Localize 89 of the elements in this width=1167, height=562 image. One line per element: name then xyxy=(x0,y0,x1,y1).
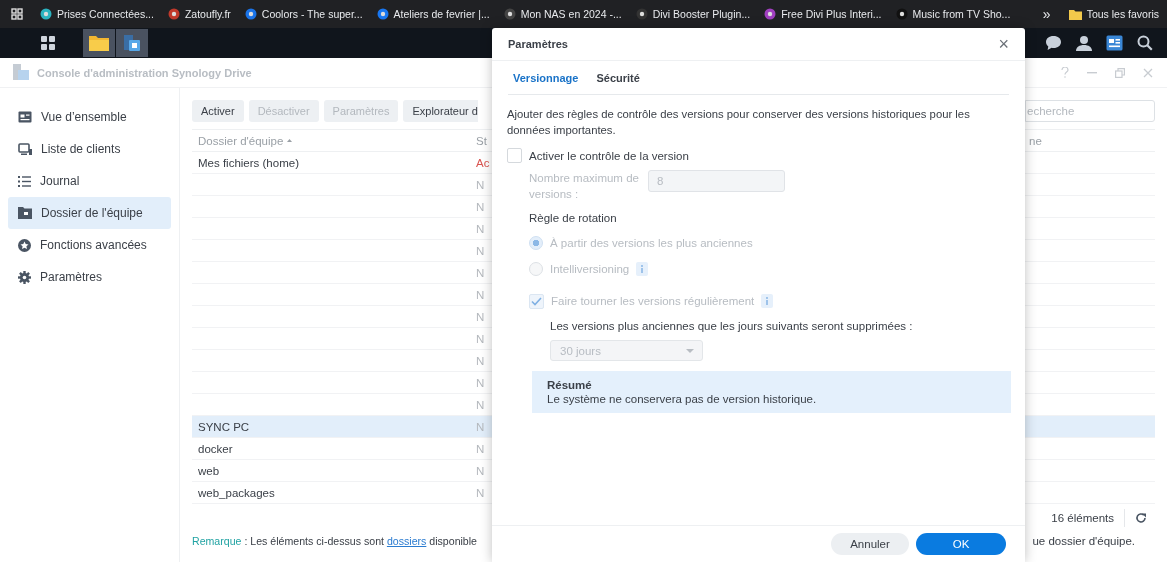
summary-text: Le système ne conservera pas de version historique. xyxy=(547,393,818,405)
status-text: N xyxy=(476,200,485,213)
status-text: N xyxy=(476,288,485,301)
description-text: Ajouter des règles de contrôle des versions pour conserver des versions historiques pour les données importantes. xyxy=(507,107,971,138)
user-icon[interactable] xyxy=(1076,35,1092,51)
status-text: N xyxy=(476,442,485,455)
checkbox-label: Faire tourner les versions régulièrement xyxy=(551,295,755,307)
radio-label: À partir des versions les plus anciennes xyxy=(550,237,753,249)
search-field[interactable]: echerche xyxy=(1025,100,1155,122)
ok-button[interactable]: OK xyxy=(916,533,1006,555)
checkbox[interactable] xyxy=(507,148,522,163)
circle-logo-icon xyxy=(635,8,648,20)
sort-icon xyxy=(287,139,293,142)
sidebar-item[interactable]: Vue d’ensemble xyxy=(8,101,171,133)
bookmark[interactable]: Zatoufly.fr xyxy=(167,8,231,20)
status-text: N xyxy=(476,486,485,499)
section-title: Règle de rotation xyxy=(529,212,618,224)
widgets-icon[interactable] xyxy=(1106,35,1123,51)
status-text: N xyxy=(476,244,485,257)
star-icon xyxy=(18,238,31,252)
retention-label: Les versions plus anciennes que les jours suivants seront supprimées : xyxy=(550,320,914,332)
remark-text: ue dossier d'équipe. xyxy=(1032,535,1135,547)
bookmark[interactable]: Divi Booster Plugin... xyxy=(635,8,751,20)
status-text: N xyxy=(476,310,485,323)
table-cell: docker xyxy=(198,442,233,455)
status-text: N xyxy=(476,178,485,191)
status-text: N xyxy=(476,266,485,279)
bookmark[interactable]: Music from TV Sho... xyxy=(895,8,1011,20)
minimize-icon[interactable] xyxy=(1087,71,1097,74)
table-cell: Mes fichiers (home) xyxy=(198,156,299,169)
bookmark[interactable]: Mon NAS en 2024 -... xyxy=(503,8,622,20)
drive-app-icon[interactable] xyxy=(116,29,148,57)
caret-icon xyxy=(686,348,694,353)
status-text: N xyxy=(476,376,485,389)
monitor-icon xyxy=(18,142,32,156)
apps-grid-icon[interactable] xyxy=(11,8,23,20)
remark-text: Remarque : Les éléments ci-dessus sont dossiers disponible xyxy=(192,535,478,547)
status-text: Ac xyxy=(476,156,490,169)
tab[interactable]: Versionnage xyxy=(513,71,579,84)
window-title: Console d'administration Synology Drive xyxy=(37,66,252,79)
status-text: N xyxy=(476,332,485,345)
table-cell: SYNC PC xyxy=(198,420,250,433)
gear-icon xyxy=(18,270,31,284)
sidebar-item[interactable]: Fonctions avancées xyxy=(8,229,171,261)
summary-title: Résumé xyxy=(547,379,593,391)
status-text: N xyxy=(476,464,485,477)
dialog-title: Paramètres xyxy=(508,38,568,50)
overview-icon xyxy=(18,111,32,123)
cancel-button[interactable]: Annuler xyxy=(831,533,909,555)
bookmark[interactable]: Free Divi Plus Interi... xyxy=(764,8,882,20)
bookmark[interactable]: Ateliers de fevrier |... xyxy=(376,8,490,20)
sidebar-item[interactable]: Liste de clients xyxy=(8,133,171,165)
toolbar-button[interactable]: Explorateur d xyxy=(403,100,478,122)
tab[interactable]: Sécurité xyxy=(596,71,640,84)
help-icon[interactable] xyxy=(1061,67,1069,78)
folder-icon[interactable] xyxy=(83,29,115,57)
sidebar-item[interactable]: Paramètres xyxy=(8,261,171,293)
folder-icon xyxy=(18,207,32,219)
bookmark[interactable]: Tous les favoris xyxy=(1068,8,1159,20)
circle-logo-icon xyxy=(895,8,908,20)
item-count: 16 éléments xyxy=(1051,512,1114,524)
circle-logo-icon xyxy=(376,8,389,20)
toolbar-button[interactable]: Activer xyxy=(192,100,244,122)
table-cell: web_packages xyxy=(198,486,275,499)
more-bookmarks-button[interactable]: » xyxy=(1042,6,1051,22)
close-button[interactable]: × xyxy=(998,35,1009,53)
sidebar-item[interactable]: Dossier de l'équipe xyxy=(8,197,171,229)
search-icon[interactable] xyxy=(1137,35,1153,51)
circle-logo-icon xyxy=(244,8,257,20)
list-icon xyxy=(18,175,31,187)
status-text: N xyxy=(476,354,485,367)
bookmark[interactable]: Prises Connectées... xyxy=(40,8,154,20)
chat-icon[interactable] xyxy=(1045,35,1062,51)
circle-logo-icon xyxy=(503,8,516,20)
table-cell: web xyxy=(198,464,220,477)
status-text: N xyxy=(476,222,485,235)
status-text: N xyxy=(476,398,485,411)
folder-icon xyxy=(1068,8,1082,20)
field-label: Nombre maximum de versions : xyxy=(529,171,640,202)
checkbox-label: Activer le contrôle de la version xyxy=(529,149,689,162)
refresh-icon[interactable] xyxy=(1135,512,1147,524)
status-text: N xyxy=(476,420,485,433)
radio-label: Intelliversioning xyxy=(550,263,630,275)
sidebar-item[interactable]: Journal xyxy=(8,165,171,197)
drive-app-icon xyxy=(12,64,30,81)
close-icon[interactable] xyxy=(1143,67,1153,78)
restore-icon[interactable] xyxy=(1115,67,1125,78)
folders-link[interactable]: dossiers xyxy=(386,535,427,547)
bookmark[interactable]: Coolors - The super... xyxy=(244,8,363,20)
